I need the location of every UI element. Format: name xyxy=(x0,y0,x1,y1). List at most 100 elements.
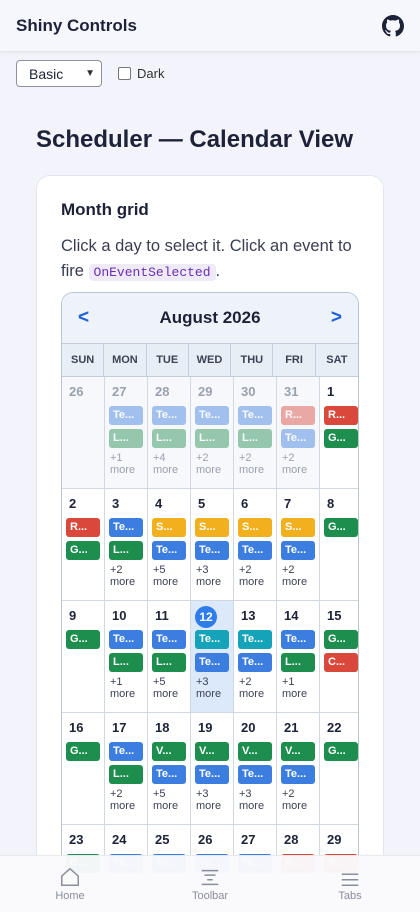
event-chip[interactable]: L... xyxy=(281,653,315,672)
event-chip[interactable]: Te... xyxy=(152,630,186,649)
more-events-link[interactable]: +3 more xyxy=(196,788,229,812)
event-chip[interactable]: Te... xyxy=(195,541,229,560)
day-cell[interactable]: 14 Te... L... +1 more xyxy=(277,601,320,713)
more-events-link[interactable]: +2 more xyxy=(110,788,143,812)
more-events-link[interactable]: +2 more xyxy=(282,452,315,476)
dark-toggle[interactable]: Dark xyxy=(118,66,164,81)
day-cell[interactable]: 7 S... Te... +2 more xyxy=(277,489,320,601)
day-cell[interactable]: 1 R... G... xyxy=(320,377,358,489)
more-events-link[interactable]: +2 more xyxy=(239,564,272,588)
event-chip[interactable]: C... xyxy=(324,653,358,672)
event-chip[interactable]: L... xyxy=(152,429,186,448)
event-chip[interactable]: G... xyxy=(324,630,358,649)
event-chip[interactable]: Te... xyxy=(281,429,315,448)
day-cell[interactable]: 21 V... Te... +2 more xyxy=(277,713,320,825)
day-cell[interactable]: 2 R... G... xyxy=(62,489,105,601)
event-chip[interactable]: G... xyxy=(324,429,358,448)
event-chip[interactable]: R... xyxy=(281,406,315,425)
event-chip[interactable]: G... xyxy=(324,518,358,537)
more-events-link[interactable]: +2 more xyxy=(110,564,143,588)
day-cell[interactable]: 18 V... Te... +5 more xyxy=(148,713,191,825)
day-cell[interactable]: 28 Te... L... +4 more xyxy=(148,377,191,489)
more-events-link[interactable]: +1 more xyxy=(110,676,143,700)
event-chip[interactable]: S... xyxy=(195,518,229,537)
more-events-link[interactable]: +3 more xyxy=(196,676,229,700)
event-chip[interactable]: L... xyxy=(152,653,186,672)
event-chip[interactable]: Te... xyxy=(152,406,186,425)
event-chip[interactable]: G... xyxy=(66,630,100,649)
more-events-link[interactable]: +3 more xyxy=(239,788,272,812)
more-events-link[interactable]: +2 more xyxy=(239,452,272,476)
day-cell[interactable]: 30 Te... L... +2 more xyxy=(234,377,277,489)
event-chip[interactable]: V... xyxy=(281,742,315,761)
event-chip[interactable]: Te... xyxy=(281,541,315,560)
event-chip[interactable]: S... xyxy=(281,518,315,537)
day-cell[interactable]: 26 xyxy=(62,377,105,489)
event-chip[interactable]: L... xyxy=(109,765,143,784)
event-chip[interactable]: L... xyxy=(109,541,143,560)
event-chip[interactable]: Te... xyxy=(109,406,143,425)
day-cell[interactable]: 10 Te... L... +1 more xyxy=(105,601,148,713)
event-chip[interactable]: Te... xyxy=(281,765,315,784)
event-chip[interactable]: Te... xyxy=(238,541,272,560)
event-chip[interactable]: Te... xyxy=(109,630,143,649)
event-chip[interactable]: G... xyxy=(66,541,100,560)
event-chip[interactable]: R... xyxy=(324,406,358,425)
nav-tabs[interactable]: Tabs xyxy=(310,866,390,902)
event-chip[interactable]: L... xyxy=(109,429,143,448)
dark-checkbox[interactable] xyxy=(118,67,131,80)
event-chip[interactable]: Te... xyxy=(238,630,272,649)
day-cell[interactable]: 29 Te... L... +2 more xyxy=(191,377,234,489)
more-events-link[interactable]: +5 more xyxy=(153,788,186,812)
event-chip[interactable]: Te... xyxy=(152,541,186,560)
event-chip[interactable]: Te... xyxy=(195,630,229,649)
event-chip[interactable]: L... xyxy=(109,653,143,672)
day-cell[interactable]: 12 Te... Te... +3 more xyxy=(191,601,234,713)
event-chip[interactable]: L... xyxy=(238,429,272,448)
more-events-link[interactable]: +2 more xyxy=(282,564,315,588)
event-chip[interactable]: V... xyxy=(152,742,186,761)
event-chip[interactable]: L... xyxy=(195,429,229,448)
more-events-link[interactable]: +1 more xyxy=(110,452,143,476)
event-chip[interactable]: V... xyxy=(195,742,229,761)
day-cell[interactable]: 17 Te... L... +2 more xyxy=(105,713,148,825)
event-chip[interactable]: Te... xyxy=(195,406,229,425)
day-cell[interactable]: 19 V... Te... +3 more xyxy=(191,713,234,825)
day-cell[interactable]: 31 R... Te... +2 more xyxy=(277,377,320,489)
day-cell[interactable]: 27 Te... L... +1 more xyxy=(105,377,148,489)
event-chip[interactable]: Te... xyxy=(109,742,143,761)
more-events-link[interactable]: +2 more xyxy=(282,788,315,812)
more-events-link[interactable]: +2 more xyxy=(196,452,229,476)
day-cell[interactable]: 22 G... xyxy=(320,713,358,825)
more-events-link[interactable]: +2 more xyxy=(239,676,272,700)
event-chip[interactable]: G... xyxy=(324,742,358,761)
event-chip[interactable]: G... xyxy=(66,742,100,761)
day-cell[interactable]: 3 Te... L... +2 more xyxy=(105,489,148,601)
day-cell[interactable]: 5 S... Te... +3 more xyxy=(191,489,234,601)
event-chip[interactable]: Te... xyxy=(152,765,186,784)
event-chip[interactable]: S... xyxy=(152,518,186,537)
more-events-link[interactable]: +5 more xyxy=(153,564,186,588)
day-cell[interactable]: 6 S... Te... +2 more xyxy=(234,489,277,601)
more-events-link[interactable]: +5 more xyxy=(153,676,186,700)
github-icon[interactable] xyxy=(382,14,404,37)
nav-toolbar[interactable]: Toolbar xyxy=(170,866,250,902)
day-cell[interactable]: 4 S... Te... +5 more xyxy=(148,489,191,601)
more-events-link[interactable]: +3 more xyxy=(196,564,229,588)
event-chip[interactable]: Te... xyxy=(238,406,272,425)
more-events-link[interactable]: +4 more xyxy=(153,452,186,476)
event-chip[interactable]: S... xyxy=(238,518,272,537)
event-chip[interactable]: Te... xyxy=(195,765,229,784)
event-chip[interactable]: R... xyxy=(66,518,100,537)
more-events-link[interactable]: +1 more xyxy=(282,676,315,700)
nav-home[interactable]: Home xyxy=(30,866,110,902)
next-month-button[interactable]: > xyxy=(331,307,342,329)
event-chip[interactable]: Te... xyxy=(238,653,272,672)
day-cell[interactable]: 20 V... Te... +3 more xyxy=(234,713,277,825)
event-chip[interactable]: Te... xyxy=(109,518,143,537)
day-cell[interactable]: 15 G... C... xyxy=(320,601,358,713)
theme-select[interactable]: Basic ▼ xyxy=(16,60,102,87)
day-cell[interactable]: 13 Te... Te... +2 more xyxy=(234,601,277,713)
day-cell[interactable]: 8 G... xyxy=(320,489,358,601)
day-cell[interactable]: 16 G... xyxy=(62,713,105,825)
